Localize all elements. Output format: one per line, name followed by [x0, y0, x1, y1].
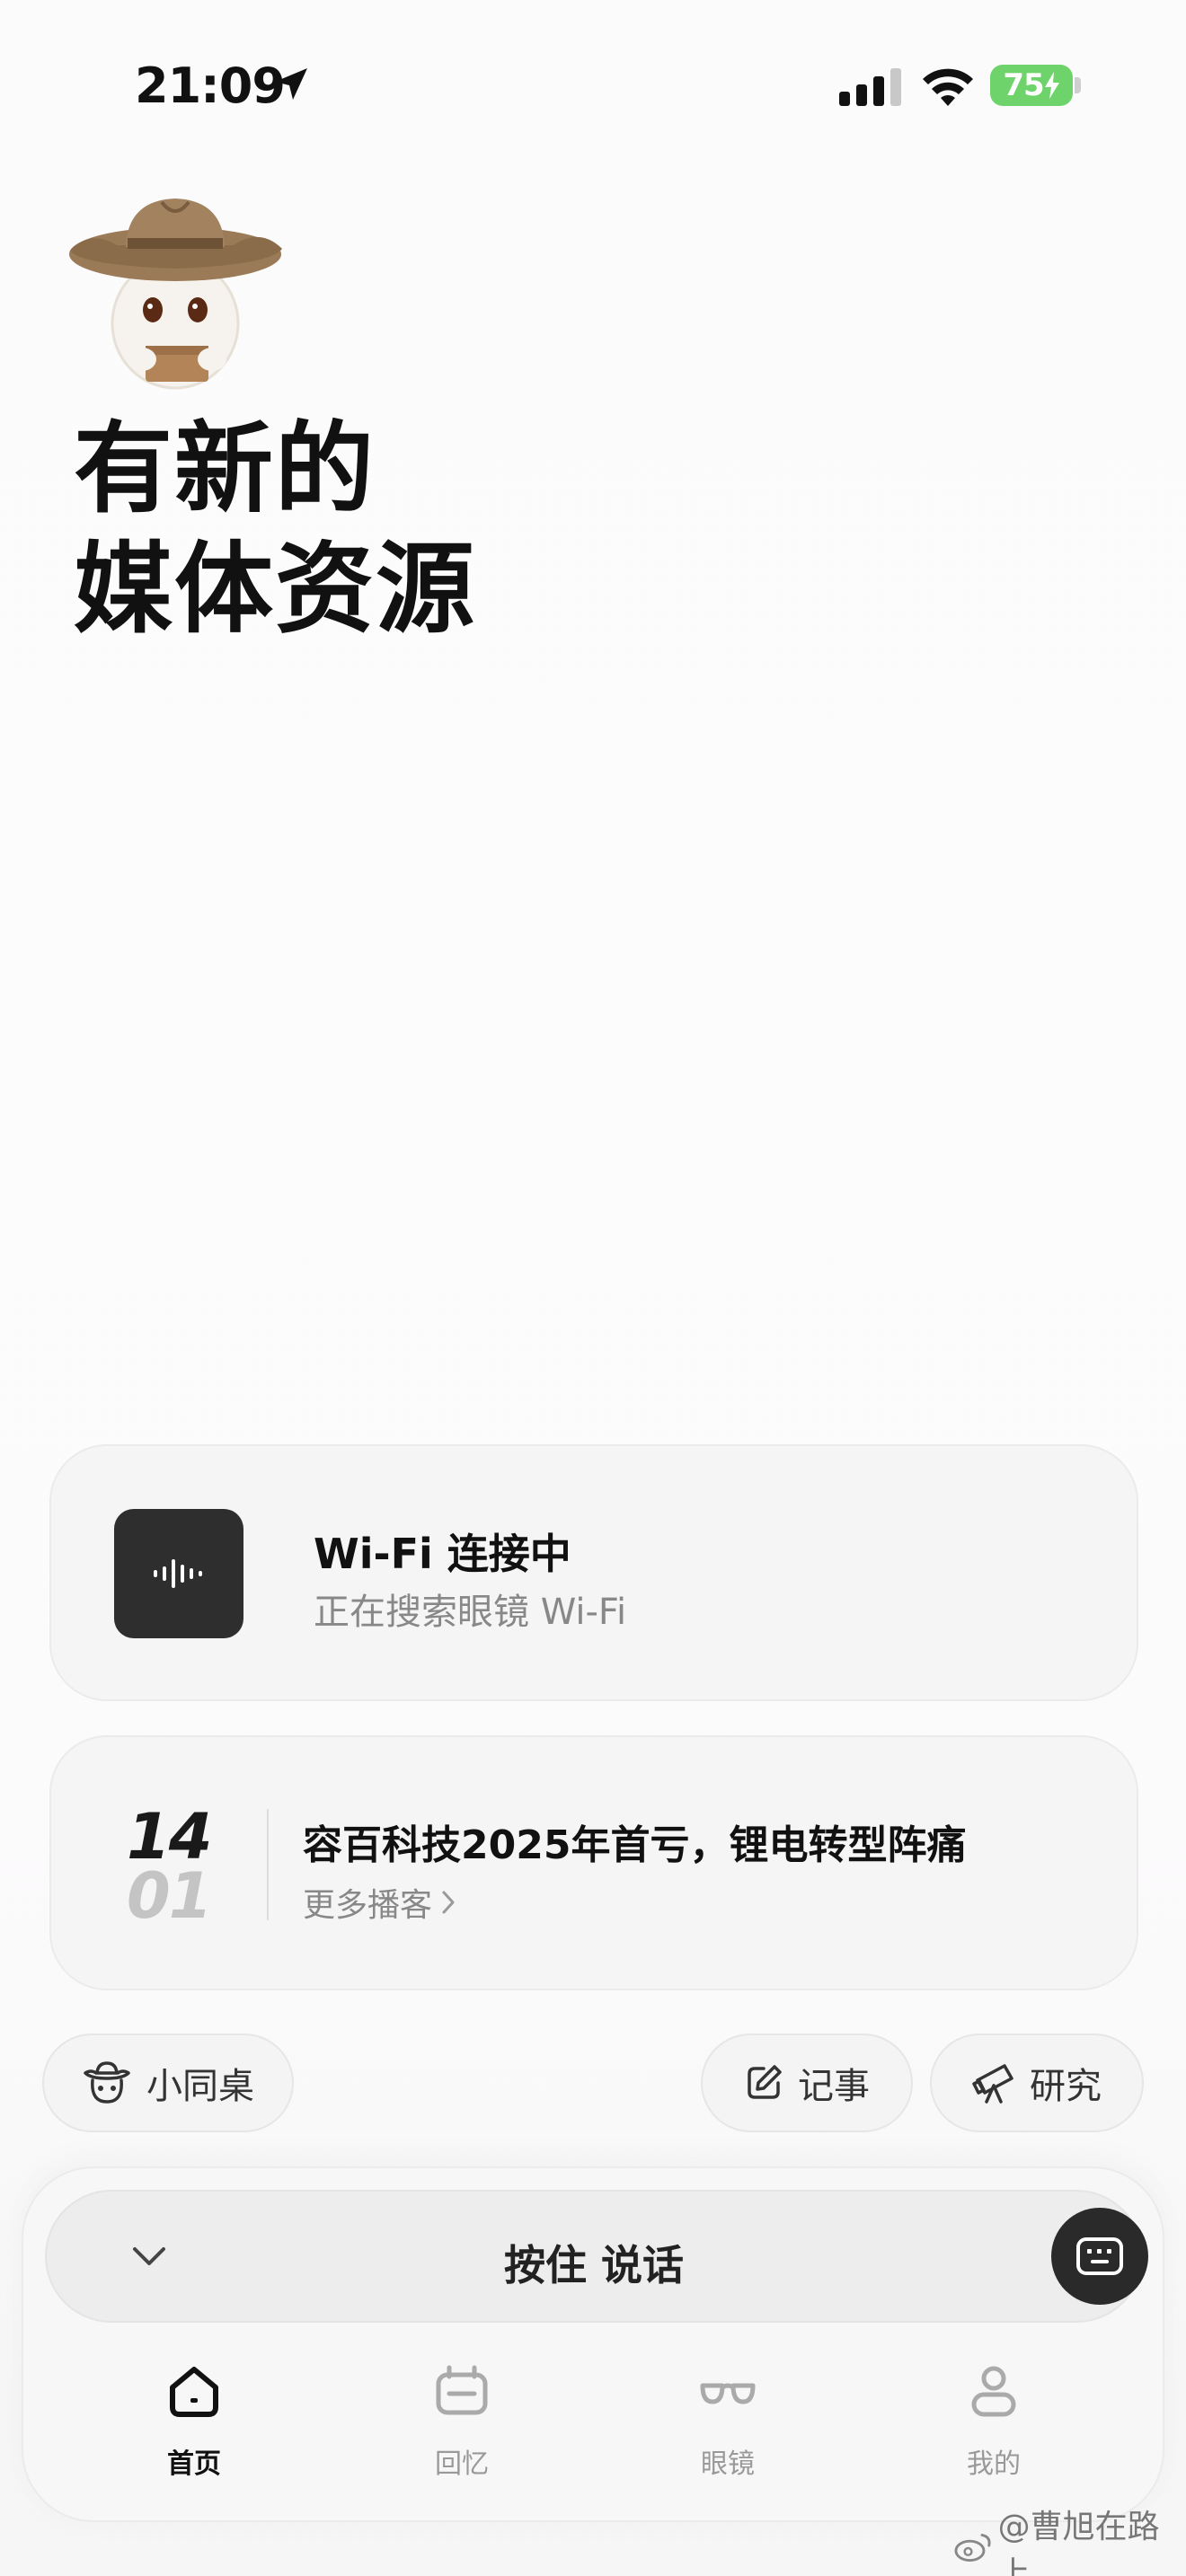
research-chip[interactable]: 研究 [930, 2033, 1144, 2132]
bottom-panel: 按住 说话 首页 回忆 眼镜 我的 [22, 2166, 1164, 2522]
battery-cap [1075, 77, 1081, 93]
edit-pencil-icon [748, 2065, 782, 2099]
memory-icon [436, 2365, 488, 2415]
keyboard-toggle-button[interactable] [1051, 2208, 1148, 2305]
glasses-icon [700, 2383, 756, 2404]
hero-headline: 有新的 媒体资源 [74, 409, 476, 649]
wifi-card-subtitle: 正在搜索眼镜 Wi-Fi [314, 1592, 627, 1633]
desk-mate-chip[interactable]: 小同桌 [42, 2033, 294, 2132]
tab-home[interactable]: 首页 [113, 2353, 275, 2497]
charging-bolt-icon [1044, 72, 1059, 99]
wifi-status-card[interactable]: Wi-Fi 连接中 正在搜索眼镜 Wi-Fi [49, 1444, 1138, 1701]
tab-memory-label: 回忆 [435, 2448, 489, 2480]
cowboy-mascot-icon [69, 198, 282, 390]
tab-glasses[interactable]: 眼镜 [647, 2353, 809, 2497]
status-bar: 21:09 75 [0, 54, 1186, 117]
hold-to-talk-bar[interactable]: 按住 说话 [45, 2190, 1148, 2323]
date-month: 01 [127, 1859, 212, 1933]
location-arrow-icon [275, 68, 307, 100]
weibo-watermark: @曹旭在路上 [954, 2509, 1186, 2576]
home-icon [170, 2367, 218, 2417]
keyboard-icon [1076, 2237, 1123, 2275]
wifi-card-title: Wi-Fi 连接中 [314, 1530, 571, 1578]
hero-line-2: 媒体资源 [74, 532, 476, 647]
news-divider [267, 1809, 269, 1920]
notes-chip[interactable]: 记事 [701, 2033, 913, 2132]
battery-indicator: 75 [990, 65, 1073, 106]
status-time: 21:09 [135, 57, 286, 114]
wifi-icon [923, 68, 973, 106]
desk-mate-label: 小同桌 [146, 2066, 254, 2107]
more-podcasts-label: 更多播客 [303, 1887, 433, 1924]
hero-line-1: 有新的 [74, 411, 376, 526]
audio-wave-icon [114, 1509, 243, 1638]
tab-glasses-label: 眼镜 [701, 2448, 755, 2480]
cellular-signal-icon [839, 68, 901, 106]
profile-icon [971, 2366, 1016, 2417]
weibo-logo-icon [954, 2533, 991, 2562]
tab-memory[interactable]: 回忆 [381, 2353, 543, 2497]
podcast-news-card[interactable]: 14 01 容百科技2025年首亏，锂电转型阵痛 更多播客 [49, 1735, 1138, 1990]
telescope-icon [972, 2064, 1013, 2104]
tab-me-label: 我的 [967, 2448, 1021, 2480]
notes-label: 记事 [798, 2066, 870, 2107]
cowboy-hat-face-icon [84, 2061, 130, 2104]
news-title: 容百科技2025年首亏，锂电转型阵痛 [303, 1822, 967, 1868]
hold-to-talk-label: 按住 说话 [503, 2241, 684, 2289]
chevron-right-icon [442, 1891, 455, 1914]
research-label: 研究 [1030, 2066, 1102, 2107]
tab-home-label: 首页 [167, 2448, 221, 2480]
bottom-tab-bar: 首页 回忆 眼镜 我的 [23, 2353, 1163, 2497]
watermark-text: @曹旭在路上 [997, 2509, 1160, 2576]
battery-level: 75 [1003, 67, 1044, 103]
tab-me[interactable]: 我的 [913, 2353, 1075, 2497]
more-podcasts-link[interactable]: 更多播客 [303, 1879, 457, 1926]
